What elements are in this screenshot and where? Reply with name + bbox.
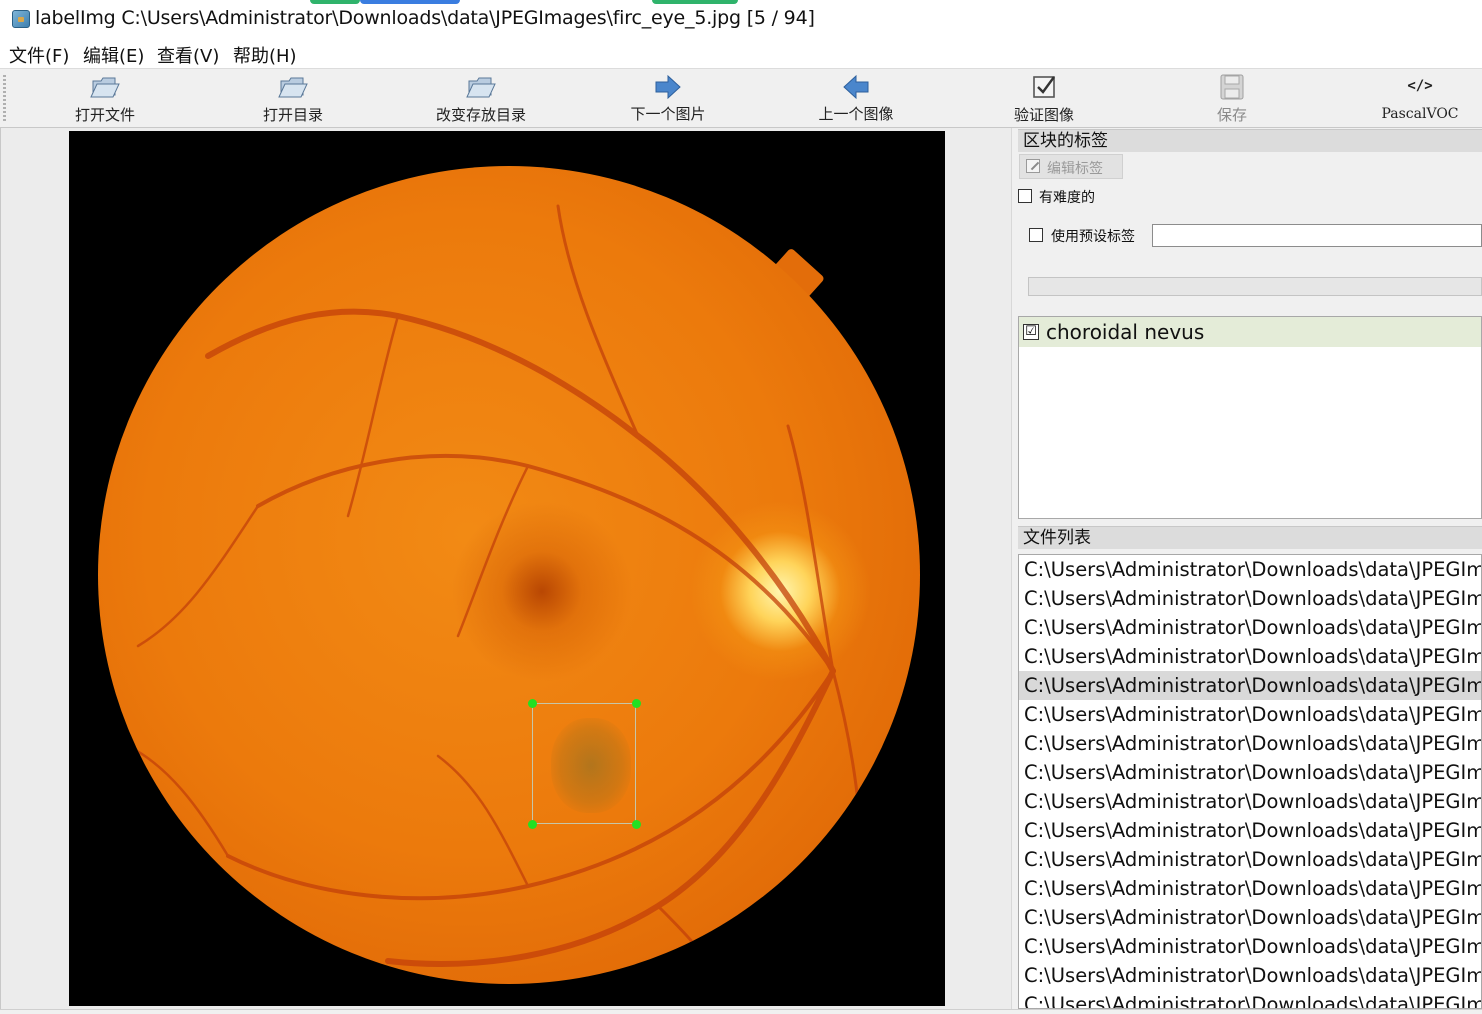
- save-label: 保存: [1216, 106, 1247, 124]
- format-toggle-button[interactable]: </> PascalVOC: [1360, 69, 1480, 127]
- file-list-item[interactable]: C:\Users\Administrator\Downloads\data\JP…: [1019, 729, 1481, 758]
- open-file-label: 打开文件: [74, 106, 135, 124]
- label-item-name: choroidal nevus: [1046, 320, 1205, 344]
- folder-open-icon: [90, 77, 120, 98]
- menu-edit[interactable]: 编辑(E): [83, 42, 144, 68]
- difficult-checkbox[interactable]: [1018, 189, 1032, 203]
- difficult-label: 有难度的: [1039, 190, 1095, 206]
- annotation-bbox[interactable]: [532, 703, 636, 824]
- label-item[interactable]: ☑ choroidal nevus: [1019, 317, 1481, 347]
- edit-pencil-icon: [1026, 159, 1040, 173]
- toolbar: 打开文件 打开目录 改变存放目录 下一个图片 上一个图像 验证图像 保存 </>…: [0, 68, 1482, 128]
- file-list-item[interactable]: C:\Users\Administrator\Downloads\data\JP…: [1019, 932, 1481, 961]
- open-file-button[interactable]: 打开文件: [45, 69, 165, 127]
- use-preset-checkbox[interactable]: [1029, 228, 1043, 242]
- preset-label-input[interactable]: [1152, 224, 1482, 247]
- folder-open-icon: [278, 77, 308, 98]
- window-title: labelImg C:\Users\Administrator\Download…: [35, 7, 815, 29]
- menu-file[interactable]: 文件(F): [9, 42, 69, 68]
- label-item-checkbox[interactable]: ☑: [1023, 324, 1039, 340]
- folder-open-icon: [466, 77, 496, 98]
- next-image-button[interactable]: 下一个图片: [608, 69, 728, 127]
- file-list[interactable]: C:\Users\Administrator\Downloads\data\JP…: [1018, 554, 1482, 1009]
- use-preset-label: 使用预设标签: [1051, 229, 1135, 245]
- verify-image-label: 验证图像: [1013, 106, 1074, 124]
- bbox-handle-top-left[interactable]: [528, 699, 537, 708]
- right-dock: 区块的标签 编辑标签 有难度的 使用预设标签 ☑ choroidal nevus…: [1016, 128, 1482, 1009]
- file-list-item[interactable]: C:\Users\Administrator\Downloads\data\JP…: [1019, 613, 1481, 642]
- edit-label-text: 编辑标签: [1047, 161, 1103, 177]
- file-list-item[interactable]: C:\Users\Administrator\Downloads\data\JP…: [1019, 758, 1481, 787]
- checkbox-check-icon: [1033, 76, 1055, 98]
- prev-image-label: 上一个图像: [818, 105, 894, 123]
- edit-label-button[interactable]: 编辑标签: [1019, 154, 1123, 179]
- file-dock-title: 文件列表: [1018, 526, 1482, 549]
- file-list-item[interactable]: C:\Users\Administrator\Downloads\data\JP…: [1019, 700, 1481, 729]
- file-list-item[interactable]: C:\Users\Administrator\Downloads\data\JP…: [1019, 787, 1481, 816]
- file-list-item[interactable]: C:\Users\Administrator\Downloads\data\JP…: [1019, 903, 1481, 932]
- file-list-item[interactable]: C:\Users\Administrator\Downloads\data\JP…: [1019, 961, 1481, 990]
- app-icon: [12, 10, 30, 28]
- menu-help[interactable]: 帮助(H): [233, 42, 297, 68]
- prev-image-button[interactable]: 上一个图像: [796, 69, 916, 127]
- file-list-item[interactable]: C:\Users\Administrator\Downloads\data\JP…: [1019, 816, 1481, 845]
- image-canvas[interactable]: [0, 128, 1011, 1009]
- next-image-label: 下一个图片: [630, 105, 706, 123]
- change-save-dir-button[interactable]: 改变存放目录: [421, 69, 541, 127]
- arrow-right-icon: [655, 74, 681, 100]
- nevus-lesion: [551, 718, 631, 813]
- menu-view[interactable]: 查看(V): [157, 42, 219, 68]
- save-button[interactable]: 保存: [1172, 69, 1292, 127]
- format-label: PascalVOC: [1381, 106, 1459, 122]
- floppy-disk-icon: [1220, 74, 1244, 100]
- bbox-handle-bottom-left[interactable]: [528, 820, 537, 829]
- retina-vessels: [126, 204, 864, 984]
- verify-image-button[interactable]: 验证图像: [984, 69, 1104, 127]
- file-list-item[interactable]: C:\Users\Administrator\Downloads\data\JP…: [1019, 845, 1481, 874]
- file-list-item[interactable]: C:\Users\Administrator\Downloads\data\JP…: [1019, 642, 1481, 671]
- code-format-icon: </>: [1407, 78, 1433, 94]
- file-list-item[interactable]: C:\Users\Administrator\Downloads\data\JP…: [1019, 990, 1481, 1008]
- title-bar: labelImg C:\Users\Administrator\Download…: [0, 0, 1482, 38]
- change-save-dir-label: 改变存放目录: [435, 106, 526, 124]
- label-progress-bar: [1028, 277, 1482, 296]
- menu-bar: 文件(F) 编辑(E) 查看(V) 帮助(H): [0, 38, 1482, 68]
- file-list-item[interactable]: C:\Users\Administrator\Downloads\data\JP…: [1019, 671, 1481, 700]
- open-dir-button[interactable]: 打开目录: [233, 69, 353, 127]
- file-list-item[interactable]: C:\Users\Administrator\Downloads\data\JP…: [1019, 584, 1481, 613]
- taskbar-accent: [652, 0, 738, 4]
- file-list-item[interactable]: C:\Users\Administrator\Downloads\data\JP…: [1019, 874, 1481, 903]
- fundus-image: [69, 131, 945, 1006]
- bbox-handle-top-right[interactable]: [632, 699, 641, 708]
- label-list[interactable]: ☑ choroidal nevus: [1018, 316, 1482, 519]
- file-list-item[interactable]: C:\Users\Administrator\Downloads\data\JP…: [1019, 555, 1481, 584]
- arrow-left-icon: [843, 74, 869, 100]
- taskbar-accent: [360, 0, 460, 4]
- open-dir-label: 打开目录: [262, 106, 323, 124]
- bbox-handle-bottom-right[interactable]: [632, 820, 641, 829]
- toolbar-grip[interactable]: [3, 75, 6, 121]
- label-dock-title: 区块的标签: [1018, 129, 1482, 152]
- taskbar-accent: [310, 0, 360, 4]
- status-bar: [0, 1009, 1482, 1014]
